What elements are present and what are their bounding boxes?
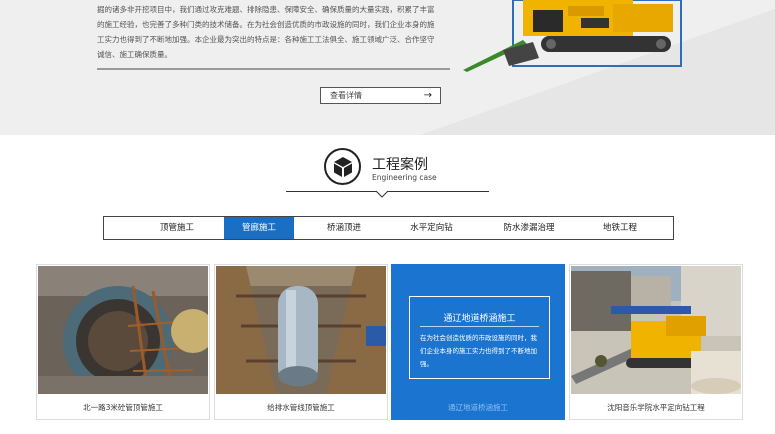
drilling-machine-image bbox=[463, 0, 682, 72]
case-card[interactable]: 给排水管线顶管施工 bbox=[214, 264, 388, 420]
overlay-title: 通辽地道桥涵施工 bbox=[443, 314, 516, 324]
view-details-label: 查看详情 bbox=[330, 91, 362, 100]
chevron-down-icon bbox=[376, 190, 388, 198]
case-photo bbox=[38, 266, 208, 394]
case-list: 北一路3米砼管顶管施工 给排水管线顶管施工 通辽地道桥涵施工 在为社会创造优质的… bbox=[36, 264, 743, 420]
tab-waterproofing[interactable]: 防水渗漏治理 bbox=[484, 217, 574, 239]
intro-line: 掘的诸多非开挖项目中，我们通过攻克难题、排除隐患、保障安全、确保质量的大量实践，… bbox=[97, 5, 435, 14]
tab-bridge-culvert[interactable]: 桥涵顶进 bbox=[309, 217, 379, 239]
case-card[interactable]: 沈阳音乐学院水平定向钻工程 bbox=[569, 264, 743, 420]
intro-section: 掘的诸多非开挖项目中，我们通过攻克难题、排除隐患、保障安全、确保质量的大量实践，… bbox=[0, 0, 775, 135]
intro-divider bbox=[97, 68, 450, 70]
case-caption: 给排水管线顶管施工 bbox=[267, 403, 335, 412]
cube-icon bbox=[324, 148, 361, 185]
intro-line: 的施工经验，也完善了多种门类的技术储备。在为社会创造优质的市政设施的同时，我们企… bbox=[97, 20, 435, 29]
overlay-description: 在为社会创造优质的市政设施的同时，我们企业本身的施工实力也得到了不断地加强。 bbox=[420, 334, 537, 368]
intro-text: 掘的诸多非开挖项目中，我们通过攻克难题、排除隐患、保障安全、确保质量的大量实践，… bbox=[97, 2, 457, 62]
case-photo bbox=[571, 266, 741, 394]
tab-jacking[interactable]: 顶管施工 bbox=[141, 217, 213, 239]
case-caption: 通辽地道桥涵施工 bbox=[448, 403, 508, 412]
case-card[interactable]: 北一路3米砼管顶管施工 bbox=[36, 264, 210, 420]
section-header: 工程案例 Engineering case bbox=[0, 145, 775, 205]
tab-directional-drilling[interactable]: 水平定向钻 bbox=[394, 217, 469, 239]
tab-utility-tunnel[interactable]: 管廊施工 bbox=[224, 217, 294, 239]
section-title: 工程案例 bbox=[372, 157, 428, 173]
case-card-highlighted[interactable]: 通辽地道桥涵施工 在为社会创造优质的市政设施的同时，我们企业本身的施工实力也得到… bbox=[391, 264, 565, 420]
case-caption: 沈阳音乐学院水平定向钻工程 bbox=[607, 403, 705, 412]
intro-line: 工实力也得到了不断地加强。本企业最为突出的特点是：各种施工工法俱全、施工领域广泛… bbox=[97, 35, 435, 44]
case-overlay: 通辽地道桥涵施工 在为社会创造优质的市政设施的同时，我们企业本身的施工实力也得到… bbox=[409, 296, 550, 379]
tab-subway[interactable]: 地铁工程 bbox=[588, 217, 652, 239]
intro-line: 诚信、施工确保质量。 bbox=[97, 50, 172, 59]
section-subtitle: Engineering case bbox=[372, 173, 437, 182]
view-details-button[interactable]: 查看详情 → bbox=[320, 87, 441, 104]
overlay-divider bbox=[420, 326, 539, 327]
category-tabs: 顶管施工 管廊施工 桥涵顶进 水平定向钻 防水渗漏治理 地铁工程 bbox=[103, 216, 674, 240]
arrow-right-icon: → bbox=[423, 90, 432, 101]
case-photo bbox=[216, 266, 386, 394]
case-caption: 北一路3米砼管顶管施工 bbox=[83, 403, 163, 412]
